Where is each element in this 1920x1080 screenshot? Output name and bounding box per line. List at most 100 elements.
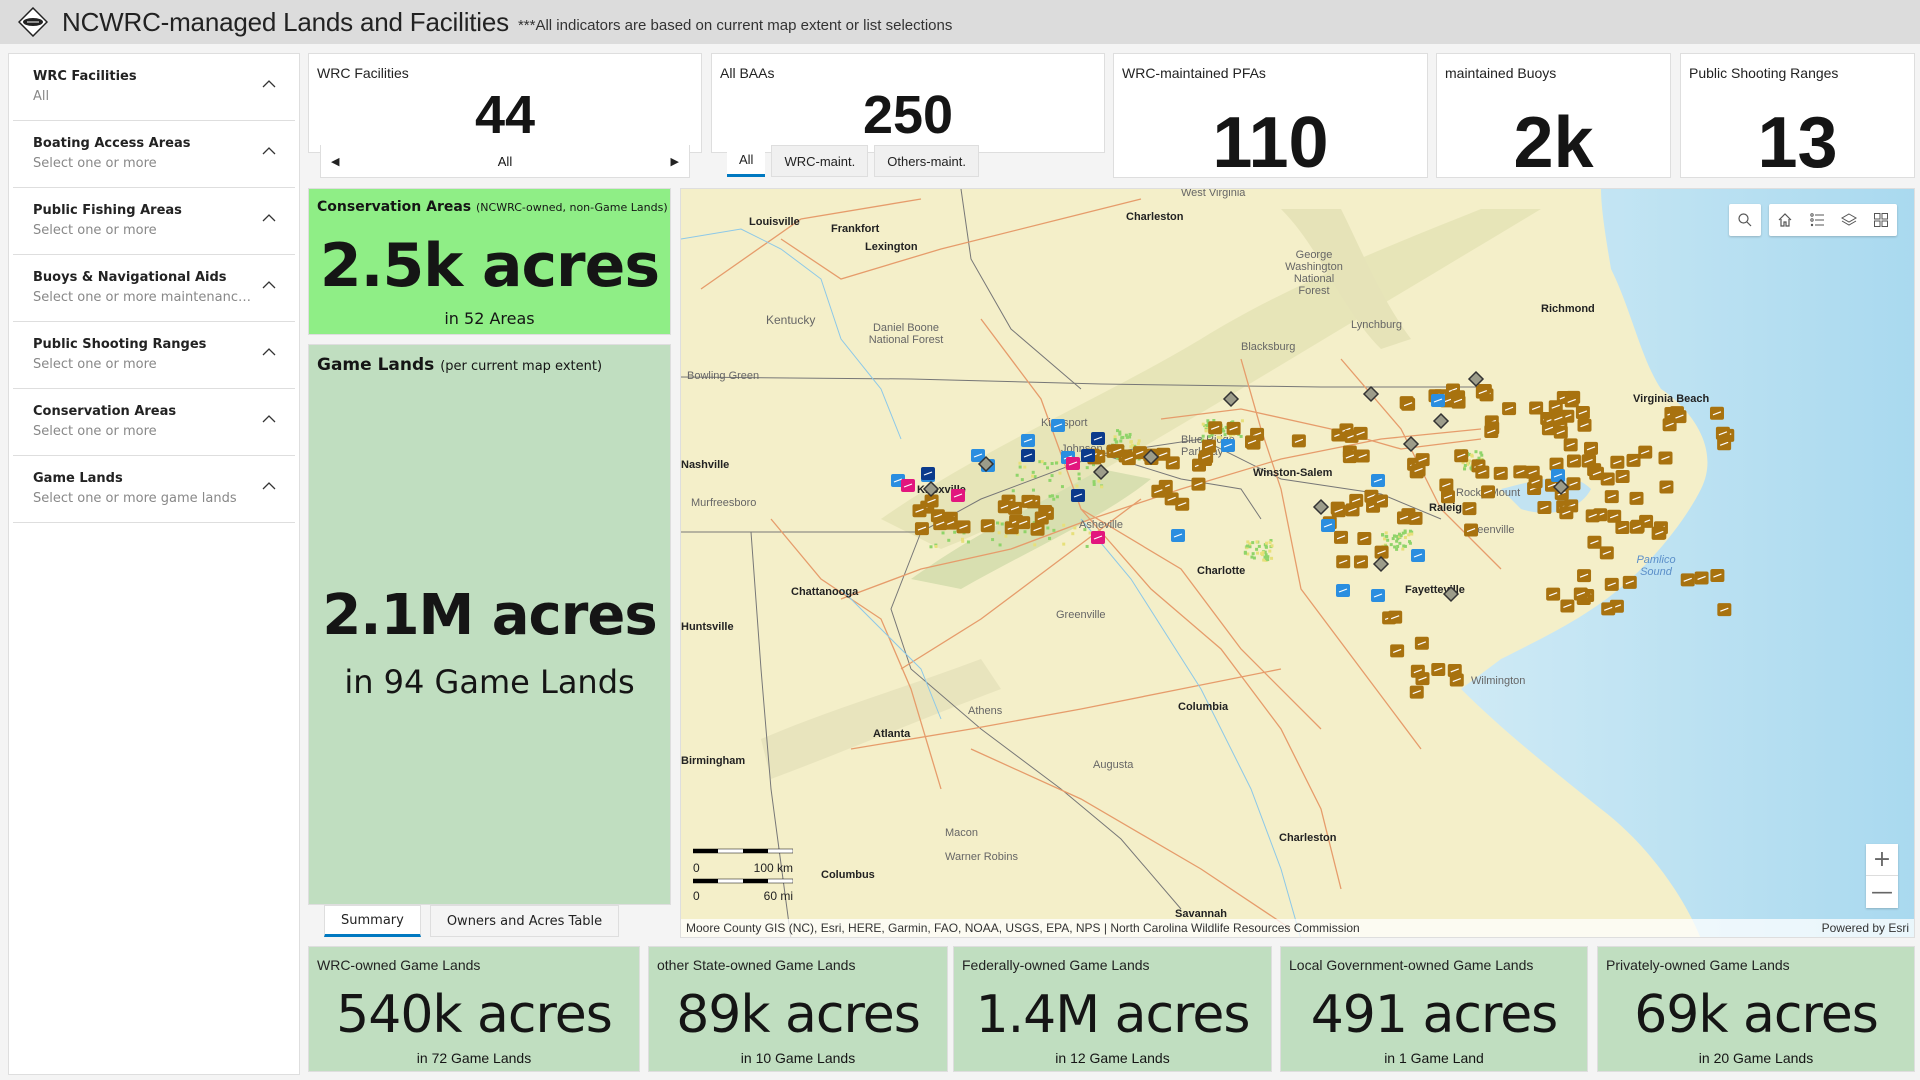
tab-wrc-maint[interactable]: WRC-maint. <box>771 145 869 177</box>
chevron-up-icon[interactable] <box>261 411 277 427</box>
game-land-patch <box>1077 472 1081 476</box>
sidebar-item-label: WRC Facilities <box>33 69 137 84</box>
game-lands-indicator: Game Lands (per current map extent) 2.1M… <box>308 344 671 905</box>
fishing-area-marker <box>1321 519 1335 532</box>
navigational-aid-marker <box>1312 498 1330 516</box>
previous-arrow-icon[interactable]: ◀ <box>331 155 339 168</box>
sidebar-item-label: Boating Access Areas <box>33 136 191 151</box>
boating-access-marker <box>1021 494 1036 508</box>
home-icon[interactable] <box>1769 204 1801 236</box>
tab-others-maint[interactable]: Others-maint. <box>874 145 979 177</box>
boating-access-marker <box>1529 401 1544 415</box>
game-land-patch <box>1043 462 1047 466</box>
boating-access-marker <box>1577 418 1592 432</box>
sidebar-item-label: Game Lands <box>33 471 123 486</box>
zoom-out-button[interactable]: — <box>1866 876 1898 908</box>
indicator-value: 44 <box>474 85 536 145</box>
buoy-marker <box>1091 432 1105 445</box>
game-lands-title: Game Lands (per current map extent) <box>317 355 602 375</box>
zoom-in-button[interactable]: + <box>1866 844 1898 876</box>
layers-icon[interactable] <box>1833 204 1865 236</box>
game-land-patch <box>1058 471 1062 475</box>
game-land-patch <box>1255 540 1259 544</box>
tab-summary[interactable]: Summary <box>324 905 421 937</box>
game-land-patch <box>1055 495 1059 499</box>
chevron-up-icon[interactable] <box>261 76 277 92</box>
game-land-patch <box>1020 478 1024 482</box>
game-land-patch <box>1092 482 1096 486</box>
game-land-patch <box>1264 541 1268 545</box>
game-land-patch <box>1085 466 1089 470</box>
boating-access-marker <box>1401 397 1416 411</box>
game-land-patch <box>1270 556 1274 560</box>
game-lands-count: in 94 Game Lands <box>344 663 635 701</box>
conservation-title-text: Conservation Areas <box>317 199 472 215</box>
map-search-widget[interactable] <box>1729 204 1761 236</box>
boating-access-marker <box>1546 587 1561 601</box>
next-arrow-icon[interactable]: ▶ <box>671 155 679 168</box>
game-land-patch <box>1266 558 1270 562</box>
conservation-areas-indicator: Conservation Areas (NCWRC-owned, non-Gam… <box>308 188 671 335</box>
sidebar-item-buoys[interactable]: Buoys & Navigational Aids Select one or … <box>13 255 295 322</box>
sidebar-item-conservation-areas[interactable]: Conservation Areas Select one or more <box>13 389 295 456</box>
ownership-title: WRC-owned Game Lands <box>317 957 481 973</box>
ownership-count: in 1 Game Land <box>1384 1050 1484 1066</box>
game-land-patch <box>1128 435 1132 439</box>
boating-access-marker <box>1659 480 1674 494</box>
navigational-aid-marker <box>1372 555 1390 573</box>
boating-access-marker <box>1408 511 1423 525</box>
navigational-aid-marker <box>1432 412 1450 430</box>
basemap-gallery-icon[interactable] <box>1865 204 1897 236</box>
legend-icon[interactable] <box>1801 204 1833 236</box>
ownership-card-wrc: WRC-owned Game Lands 540k acres in 72 Ga… <box>308 946 640 1072</box>
chevron-up-icon[interactable] <box>261 210 277 226</box>
sidebar-item-boating-access-areas[interactable]: Boating Access Areas Select one or more <box>13 121 295 188</box>
boating-access-marker <box>1537 501 1552 515</box>
game-land-patch <box>1052 497 1056 501</box>
ownership-title: Privately-owned Game Lands <box>1606 957 1790 973</box>
boating-access-marker <box>1121 452 1136 466</box>
game-land-patch <box>1031 470 1035 474</box>
powered-by-esri[interactable]: Powered by Esri <box>1822 921 1909 935</box>
sidebar-item-value: Select one or more <box>33 424 157 439</box>
chevron-up-icon[interactable] <box>261 143 277 159</box>
tab-owners-and-acres-table[interactable]: Owners and Acres Table <box>429 905 620 937</box>
game-land-patch <box>1204 428 1208 432</box>
game-land-patch <box>1216 435 1220 439</box>
game-land-patch <box>1268 549 1272 553</box>
sidebar-item-public-shooting-ranges[interactable]: Public Shooting Ranges Select one or mor… <box>13 322 295 389</box>
boating-access-marker <box>1151 484 1166 498</box>
boating-access-marker <box>912 504 927 518</box>
sidebar-item-label: Conservation Areas <box>33 404 177 419</box>
boating-access-marker <box>1563 438 1578 452</box>
sidebar-item-label: Buoys & Navigational Aids <box>33 270 227 285</box>
sidebar-item-public-fishing-areas[interactable]: Public Fishing Areas Select one or more <box>13 188 295 255</box>
conservation-title: Conservation Areas (NCWRC-owned, non-Gam… <box>317 199 668 215</box>
chevron-up-icon[interactable] <box>261 478 277 494</box>
selector-value: All <box>497 153 513 169</box>
indicator-pfas: WRC-maintained PFAs 110 <box>1113 53 1428 183</box>
game-land-patch <box>1046 526 1050 530</box>
facility-markers-layer[interactable] <box>681 189 1915 938</box>
game-land-patch <box>1470 453 1474 457</box>
chevron-up-icon[interactable] <box>261 277 277 293</box>
tab-all[interactable]: All <box>727 145 766 177</box>
navigational-aid-marker <box>1402 435 1420 453</box>
wrc-facilities-selector[interactable]: ◀ All ▶ <box>320 145 690 178</box>
sidebar-item-wrc-facilities[interactable]: WRC Facilities All <box>13 54 295 121</box>
sidebar-item-game-lands[interactable]: Game Lands Select one or more game lands <box>13 456 295 523</box>
game-land-patch <box>1403 530 1407 534</box>
ownership-value: 1.4M acres <box>975 985 1251 1045</box>
sidebar-item-value: Select one or more <box>33 156 157 171</box>
boating-access-marker <box>1409 685 1424 699</box>
chevron-up-icon[interactable] <box>261 344 277 360</box>
shooting-range-marker <box>951 489 965 502</box>
game-land-patch <box>1402 544 1406 548</box>
map-view[interactable]: Louisville Frankfort Lexington Charlesto… <box>680 188 1915 938</box>
game-land-patch <box>1201 434 1205 438</box>
indicator-value: 250 <box>862 85 954 145</box>
search-icon[interactable] <box>1729 204 1761 236</box>
ownership-value: 89k acres <box>676 985 921 1045</box>
boating-access-marker <box>1450 394 1465 408</box>
game-land-patch <box>1260 552 1264 556</box>
